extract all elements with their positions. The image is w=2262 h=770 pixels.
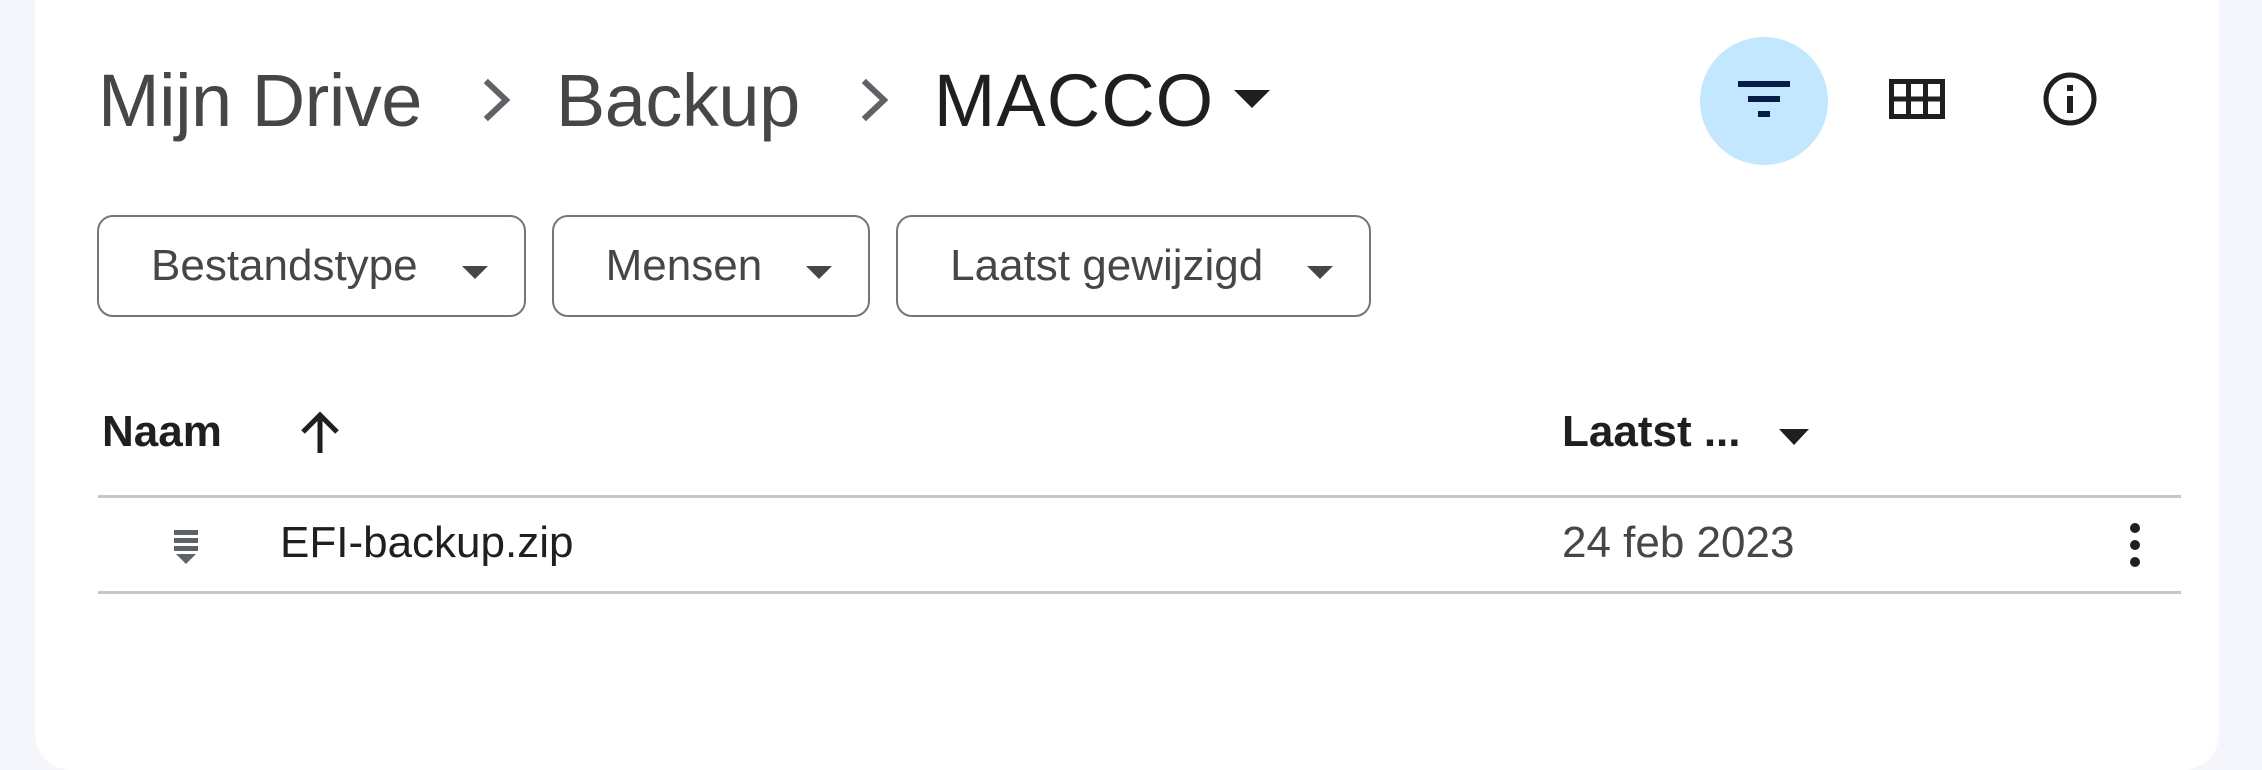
chevron-right-icon (826, 50, 926, 150)
filter-chip-file-type[interactable]: Bestandstype (97, 215, 526, 317)
breadcrumb: Mijn Drive Backup MACCO (98, 50, 1282, 150)
info-icon (2042, 71, 2098, 132)
filter-chips: Bestandstype Mensen Laatst gewijzigd (97, 215, 1372, 317)
filter-button[interactable] (1700, 37, 1828, 165)
grid-view-button[interactable] (1853, 37, 1981, 165)
info-button[interactable] (2006, 37, 2134, 165)
caret-down-icon (461, 241, 488, 291)
zip-file-icon (170, 528, 202, 566)
more-actions-button[interactable] (2100, 510, 2170, 580)
grid-view-icon (1889, 78, 1945, 124)
list-header: Naam Laatst ... (98, 395, 2181, 498)
filter-chip-label: Laatst gewijzigd (950, 241, 1264, 290)
table-row[interactable]: EFI-backup.zip 24 feb 2023 (98, 498, 2181, 594)
filter-icon (1738, 79, 1790, 124)
column-header-name[interactable]: Naam (102, 407, 222, 457)
more-vert-icon (2130, 523, 2140, 567)
caret-down-icon (1307, 241, 1334, 291)
breadcrumb-item-backup[interactable]: Backup (556, 58, 800, 143)
breadcrumb-item-mijn-drive[interactable]: Mijn Drive (98, 58, 422, 143)
caret-down-icon (806, 241, 833, 291)
file-modified-date: 24 feb 2023 (1562, 518, 1795, 567)
breadcrumb-current-folder[interactable]: MACCO (934, 58, 1214, 143)
filter-chip-label: Bestandstype (151, 241, 418, 290)
column-header-last-modified[interactable]: Laatst ... (1562, 407, 1741, 457)
filter-chip-label: Mensen (605, 241, 763, 290)
arrow-up-icon[interactable] (290, 403, 350, 463)
file-name[interactable]: EFI-backup.zip (280, 518, 573, 568)
chevron-right-icon (448, 50, 548, 150)
caret-down-icon[interactable] (1764, 411, 1824, 461)
caret-down-icon[interactable] (1222, 50, 1282, 150)
filter-chip-people[interactable]: Mensen (551, 215, 871, 317)
filter-chip-last-modified[interactable]: Laatst gewijzigd (896, 215, 1372, 317)
